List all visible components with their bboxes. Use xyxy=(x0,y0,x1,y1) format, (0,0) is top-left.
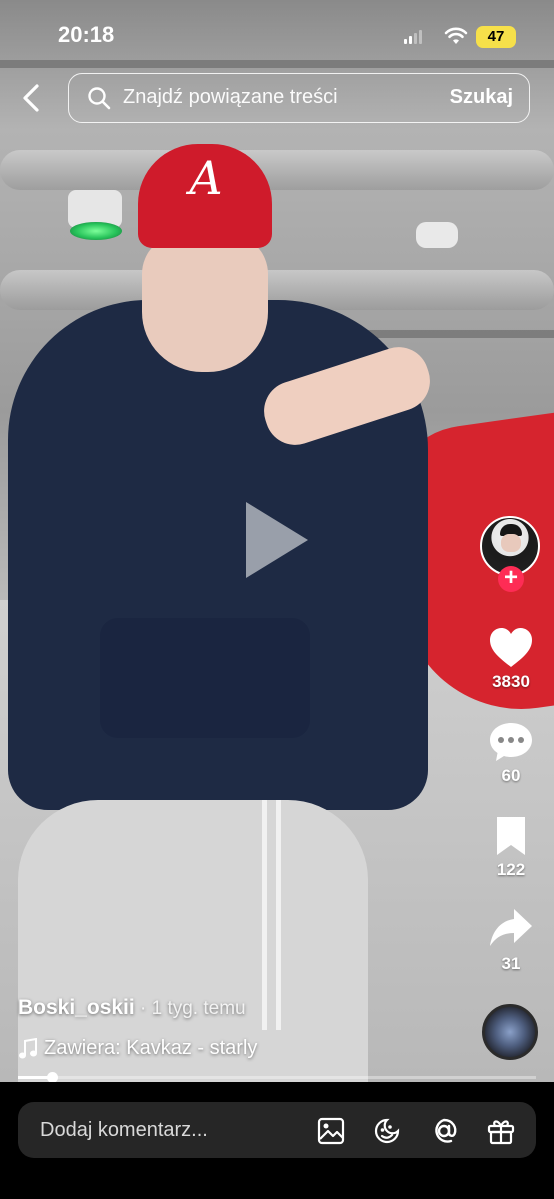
video-progress[interactable] xyxy=(18,1072,536,1083)
play-icon[interactable] xyxy=(246,502,308,578)
save-count: 122 xyxy=(496,860,526,879)
signal-icon xyxy=(404,30,422,44)
person-face xyxy=(142,234,268,372)
mention-icon[interactable] xyxy=(429,1116,459,1146)
heart-icon[interactable] xyxy=(488,626,534,670)
emoji-icon[interactable] xyxy=(372,1116,402,1146)
green-light xyxy=(70,222,122,240)
search-input[interactable]: Znajdź powiązane treści xyxy=(123,86,338,109)
author-name[interactable]: Boski_oskii xyxy=(18,996,135,1020)
like-count: 3830 xyxy=(492,672,530,691)
share-icon[interactable] xyxy=(488,906,534,950)
tiktok-video-screen: A 20:18 47 Znajdź powiązane treści Szuka… xyxy=(0,0,554,1199)
cap-logo: A xyxy=(189,151,223,205)
drawstring xyxy=(276,800,281,1030)
ceiling-beam xyxy=(0,60,554,68)
music-info[interactable]: Zawiera: Kavkaz - starly xyxy=(44,1037,257,1060)
drawstring xyxy=(262,800,267,1030)
back-icon[interactable] xyxy=(18,82,46,114)
comment-bar: Dodaj komentarz... xyxy=(0,1082,554,1199)
battery-indicator: 47 xyxy=(476,26,516,48)
comment-icon[interactable] xyxy=(488,720,534,764)
avatar-face xyxy=(501,534,521,552)
music-disc[interactable] xyxy=(482,1004,538,1060)
search-icon xyxy=(88,87,111,110)
follow-button[interactable]: + xyxy=(498,566,524,592)
bookmark-icon[interactable] xyxy=(488,814,534,858)
image-icon[interactable] xyxy=(316,1116,346,1146)
music-note-icon xyxy=(19,1038,37,1059)
ceiling-sensor xyxy=(416,222,458,248)
search-button[interactable]: Szukaj xyxy=(450,86,513,109)
comment-placeholder: Dodaj komentarz... xyxy=(40,1119,208,1141)
comment-count: 60 xyxy=(501,766,521,785)
ceiling-pipe xyxy=(0,150,554,190)
video-player[interactable]: A xyxy=(0,0,554,1082)
wifi-icon xyxy=(444,27,468,44)
hoodie-pocket xyxy=(100,618,310,738)
share-count: 31 xyxy=(501,954,521,973)
comment-input[interactable]: Dodaj komentarz... xyxy=(18,1102,536,1158)
post-time: · 1 tyg. temu xyxy=(140,998,246,1019)
search-bar[interactable]: Znajdź powiązane treści Szukaj xyxy=(68,73,530,123)
gift-icon[interactable] xyxy=(486,1116,516,1146)
status-time: 20:18 xyxy=(58,22,115,47)
